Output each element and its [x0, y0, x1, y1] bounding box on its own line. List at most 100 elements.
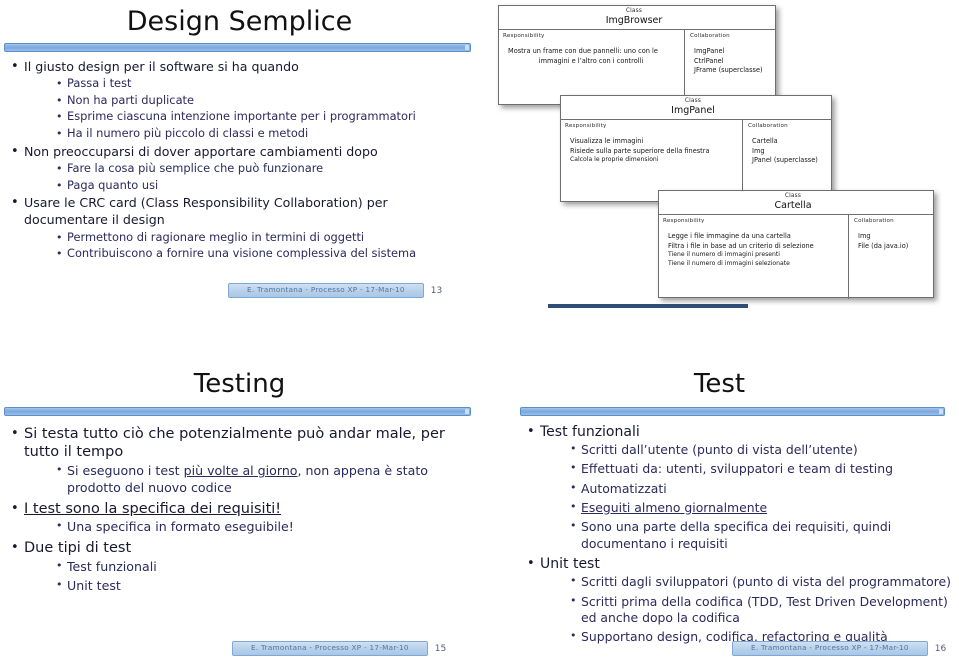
bullet-marker-icon: •	[11, 539, 19, 555]
bullet-list-level2: • Permettono di ragionare meglio in term…	[24, 230, 471, 262]
footer-attribution: E. Tramontana - Processo XP - 17-Mar-10	[732, 641, 928, 656]
sub-bullet-text: Unit test	[67, 578, 121, 594]
bullet-list-level2: • Passa i test • Non ha parti duplicate …	[24, 76, 471, 142]
page-number: 13	[430, 285, 443, 296]
bullet-marker-icon: •	[527, 423, 535, 439]
bullet-marker-icon: •	[570, 441, 577, 455]
bullet-item: • Non preoccuparsi di dover apportare ca…	[8, 143, 471, 194]
crc-collaboration-item: JFrame (superclasse)	[694, 66, 763, 75]
bullet-item: • Si testa tutto ciò che potenzialmente …	[8, 425, 471, 497]
sub-bullet-text: Scritti prima della codifica (TDD, Test …	[581, 593, 948, 625]
page-title: Design Semplice	[126, 6, 353, 37]
bullet-text: Usare le CRC card (Class Responsibility …	[24, 195, 388, 228]
crc-collaboration-item: Img	[752, 146, 765, 155]
sub-bullet-text: Eseguiti almeno giornalmente	[581, 499, 768, 515]
crc-collaboration-item: File (da java.io)	[858, 241, 909, 250]
bullet-list-level1: • Test funzionali • Scritti dall’utente …	[480, 423, 959, 646]
crc-class-name: Cartella	[774, 199, 812, 211]
sub-bullet-item: • Non ha parti duplicate	[54, 93, 471, 109]
sub-bullet-text: Fare la cosa più semplice che può funzio…	[67, 160, 324, 175]
slide-design-semplice: Design Semplice • Il giusto design per i…	[0, 0, 479, 310]
bullet-marker-icon: •	[56, 247, 63, 261]
sub-bullet-text: Scritti dall’utente (punto di vista dell…	[581, 441, 858, 457]
bullet-item: • Due tipi di test • Test funzionali • U…	[8, 539, 471, 595]
bullet-text: Unit test	[540, 556, 600, 573]
bullet-item: • Usare le CRC card (Class Responsibilit…	[8, 194, 471, 262]
crc-responsibility-label: Responsibility	[503, 33, 545, 40]
crc-class-label: Class	[784, 193, 802, 199]
sub-bullet-item: • Contribuiscono a fornire una visione c…	[54, 246, 471, 262]
bullet-list-level2: • Test funzionali • Unit test	[24, 559, 471, 595]
sub-bullet-text: Test funzionali	[67, 558, 157, 574]
crc-responsibility-item: Legge i file immagine da una cartella	[668, 232, 791, 241]
crc-responsibility-item: Filtra i file in base ad un criterio di …	[668, 241, 814, 250]
bullet-marker-icon: •	[56, 76, 63, 90]
crc-responsibility-item: immagini e l’altro con i controlli	[538, 56, 644, 65]
crc-collaboration-label: Collaboration	[854, 218, 894, 225]
title-divider-bar	[4, 406, 471, 416]
crc-card-cartella: Class Cartella Responsibility Legge i fi…	[658, 190, 934, 300]
sub-bullet-item: • Passa i test	[54, 76, 471, 92]
footer-attribution: E. Tramontana - Processo XP - 17-Mar-10	[228, 283, 424, 298]
crc-collaboration-column: Collaboration Img File (da java.io)	[849, 215, 933, 299]
bullet-marker-icon: •	[56, 230, 63, 244]
crc-class-name: ImgPanel	[671, 104, 715, 116]
crc-responsibility-item: Tiene il numero di immagini selezionate	[668, 259, 790, 267]
sub-bullet-item: • Unit test	[54, 578, 471, 595]
bullet-text: I test sono la specifica dei requisiti!	[24, 500, 282, 517]
bullet-text: Non preoccuparsi di dover apportare camb…	[24, 143, 378, 159]
bullet-marker-icon: •	[56, 558, 63, 572]
crc-card-imgbrowser: Class ImgBrowser Responsibility Mostra u…	[498, 5, 776, 107]
crc-class-name: ImgBrowser	[605, 14, 663, 26]
footer-attribution: E. Tramontana - Processo XP - 17-Mar-10	[232, 641, 428, 656]
bullet-marker-icon: •	[56, 519, 63, 533]
crc-card-header: Class Cartella	[659, 191, 933, 216]
sub-bullet-item: • Eseguiti almeno giornalmente	[568, 500, 951, 516]
sub-bullet-text: Passa i test	[67, 75, 132, 90]
crc-collaboration-label: Collaboration	[748, 123, 788, 130]
bullet-list-level2: • Una specifica in formato eseguibile!	[24, 519, 471, 536]
bullet-marker-icon: •	[56, 178, 63, 192]
sub-bullet-text: Si eseguono i test più volte al giorno, …	[67, 463, 428, 495]
page-number: 16	[934, 643, 947, 654]
slide-test: Test • Test funzionali • Scritti dall’ut…	[480, 352, 959, 664]
bullet-marker-icon: •	[570, 629, 577, 643]
slide-footer: E. Tramontana - Processo XP - 17-Mar-10 …	[732, 641, 946, 656]
crc-responsibility-item: Mostra un frame con due pannelli: uno co…	[508, 47, 658, 56]
sub-bullet-text: Contribuiscono a fornire una visione com…	[67, 246, 417, 261]
bullet-marker-icon: •	[56, 110, 63, 124]
bullet-list-level1: • Si testa tutto ciò che potenzialmente …	[0, 425, 479, 595]
crc-card-header: Class ImgPanel	[561, 96, 831, 121]
crc-card-imgpanel: Class ImgPanel Responsibility Visualizza…	[560, 95, 832, 204]
bullet-list-level2: • Fare la cosa più semplice che può funz…	[24, 161, 471, 193]
sub-bullet-item: • Automatizzati	[568, 481, 951, 497]
crc-responsibility-label: Responsibility	[663, 218, 705, 225]
bullet-marker-icon: •	[11, 143, 19, 159]
slide-crc-card: CRC card Class ImgBrowser Responsibility…	[480, 0, 959, 310]
crc-responsibility-item: Calcola le proprie dimensioni	[570, 156, 659, 164]
bullet-list-level2: • Si eseguono i test più volte al giorno…	[24, 463, 471, 496]
bullet-marker-icon: •	[570, 461, 577, 475]
bullet-marker-icon: •	[11, 500, 19, 516]
bullet-marker-icon: •	[56, 127, 63, 141]
page-number: 15	[434, 643, 447, 654]
crc-collaboration-item: ImgPanel	[694, 47, 725, 56]
sub-bullet-item: • Scritti dagli sviluppatori (punto di v…	[568, 574, 951, 590]
crc-collaboration-item: Img	[858, 232, 871, 241]
crc-responsibility-item: Tiene il numero di immagini presenti	[668, 251, 781, 259]
bullet-marker-icon: •	[570, 499, 577, 513]
sub-bullet-text: Effettuati da: utenti, sviluppatori e te…	[581, 461, 893, 477]
bullet-list-level2: • Scritti dagli sviluppatori (punto di v…	[540, 574, 951, 646]
bullet-marker-icon: •	[570, 574, 577, 588]
bullet-text: Si testa tutto ciò che potenzialmente pu…	[24, 425, 445, 461]
sub-bullet-item: • Permettono di ragionare meglio in term…	[54, 230, 471, 246]
sub-bullet-text: Scritti dagli sviluppatori (punto di vis…	[581, 574, 952, 590]
sub-bullet-text: Non ha parti duplicate	[67, 92, 195, 107]
sub-bullet-item: • Fare la cosa più semplice che può funz…	[54, 161, 471, 177]
sub-bullet-item: • Scritti prima della codifica (TDD, Tes…	[568, 594, 951, 627]
crc-responsibility-label: Responsibility	[565, 123, 607, 130]
crc-collaboration-label: Collaboration	[690, 33, 730, 40]
bullet-list-level1: • Il giusto design per il software si ha…	[0, 58, 479, 262]
title-divider-bar	[4, 42, 471, 52]
slide-footer: E. Tramontana - Processo XP - 17-Mar-10 …	[228, 283, 442, 298]
